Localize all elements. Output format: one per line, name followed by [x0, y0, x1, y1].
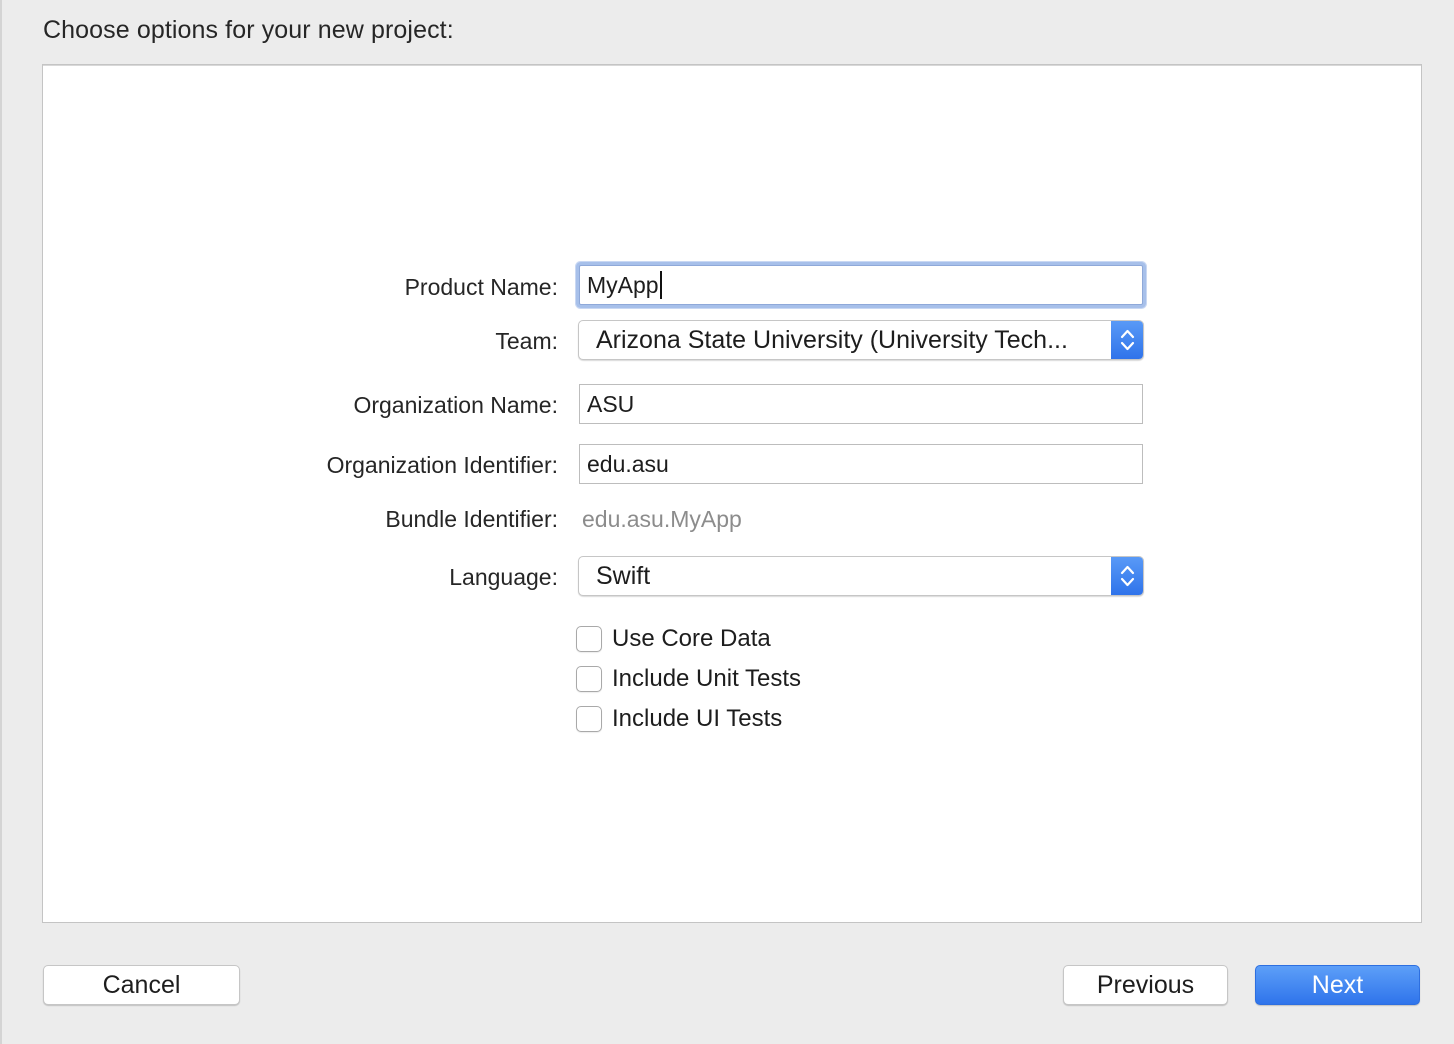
bundle-identifier-label: Bundle Identifier: — [385, 506, 558, 532]
include-ui-tests-option[interactable]: Include UI Tests — [576, 705, 782, 733]
product-name-label: Product Name: — [404, 274, 558, 300]
include-unit-tests-label[interactable]: Include Unit Tests — [612, 665, 801, 693]
next-button[interactable]: Next — [1255, 965, 1420, 1005]
chevron-up-down-icon — [1120, 565, 1135, 587]
use-core-data-checkbox[interactable] — [576, 626, 602, 652]
use-core-data-label[interactable]: Use Core Data — [612, 625, 771, 653]
bundle-identifier-value: edu.asu.MyApp — [582, 506, 742, 532]
language-popup-arrows — [1111, 557, 1143, 595]
team-popup-arrows — [1111, 321, 1143, 359]
team-popup-button[interactable]: Arizona State University (University Tec… — [578, 320, 1144, 360]
organization-name-value: ASU — [587, 391, 635, 417]
product-name-value: MyApp — [587, 272, 659, 298]
organization-identifier-field[interactable]: edu.asu — [579, 444, 1143, 484]
team-label: Team: — [495, 328, 558, 354]
previous-button[interactable]: Previous — [1063, 965, 1228, 1005]
chevron-up-down-icon — [1120, 329, 1135, 351]
language-label: Language: — [449, 564, 558, 590]
window-edge-divider — [0, 0, 2, 1044]
language-value: Swift — [596, 562, 651, 590]
cancel-button[interactable]: Cancel — [43, 965, 240, 1005]
product-name-field[interactable]: MyApp — [579, 265, 1143, 305]
organization-identifier-value: edu.asu — [587, 451, 669, 477]
include-unit-tests-checkbox[interactable] — [576, 666, 602, 692]
include-ui-tests-checkbox[interactable] — [576, 706, 602, 732]
include-ui-tests-label[interactable]: Include UI Tests — [612, 705, 782, 733]
options-panel — [42, 64, 1422, 923]
text-caret — [659, 270, 662, 299]
team-value: Arizona State University (University Tec… — [596, 326, 1068, 354]
use-core-data-option[interactable]: Use Core Data — [576, 625, 771, 653]
new-project-options-window: Choose options for your new project: Pro… — [0, 0, 1454, 1044]
organization-identifier-label: Organization Identifier: — [326, 452, 558, 478]
language-popup-button[interactable]: Swift — [578, 556, 1144, 596]
include-unit-tests-option[interactable]: Include Unit Tests — [576, 665, 801, 693]
organization-name-label: Organization Name: — [353, 392, 558, 418]
dialog-heading: Choose options for your new project: — [43, 16, 454, 44]
organization-name-field[interactable]: ASU — [579, 384, 1143, 424]
